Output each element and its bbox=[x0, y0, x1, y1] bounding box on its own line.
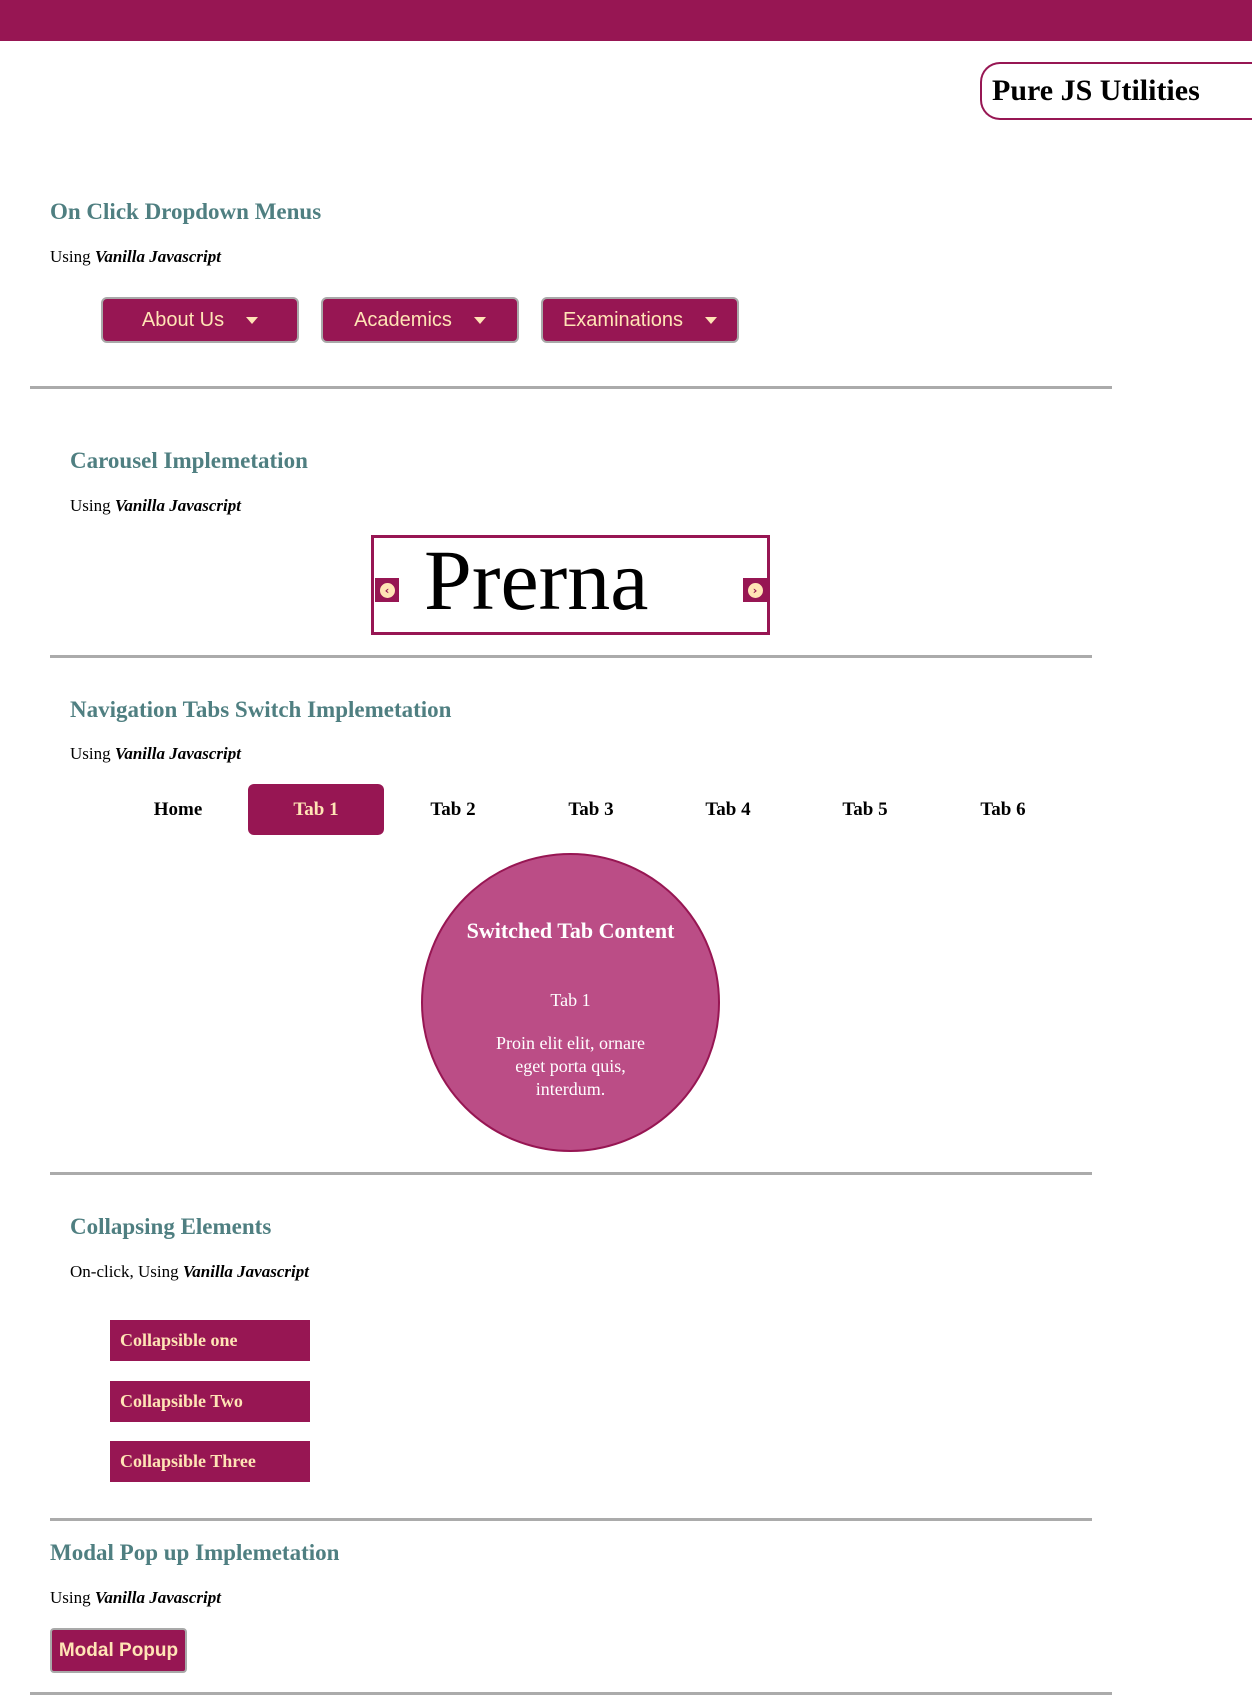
tab-2[interactable]: Tab 2 bbox=[385, 784, 521, 835]
carousel: ‹ Prerna › bbox=[371, 532, 770, 635]
tab-4[interactable]: Tab 4 bbox=[660, 784, 796, 835]
collapsible-three-button[interactable]: Collapsible Three bbox=[110, 1441, 310, 1482]
dropdown-label: About Us bbox=[141, 308, 225, 331]
dropdown-label: Examinations bbox=[562, 308, 684, 331]
collapse-section-title: Collapsing Elements bbox=[70, 1214, 272, 1239]
top-bar bbox=[0, 0, 1252, 41]
collapsible-one-button[interactable]: Collapsible one bbox=[110, 1320, 310, 1361]
subtitle-emphasis: Vanilla Javascript bbox=[114, 744, 241, 763]
tabs-section-subtitle: Using Vanilla Javascript bbox=[70, 744, 241, 764]
subtitle-prefix: On-click, Using bbox=[70, 1262, 179, 1281]
modal-section-title: Modal Pop up Implemetation bbox=[50, 1540, 340, 1565]
collapsible-two-button[interactable]: Collapsible Two bbox=[110, 1381, 310, 1422]
tab-3[interactable]: Tab 3 bbox=[523, 784, 659, 835]
academics-dropdown-button[interactable]: Academics bbox=[321, 297, 519, 343]
dropdown-section-title: On Click Dropdown Menus bbox=[50, 199, 322, 224]
caret-down-icon bbox=[246, 316, 259, 324]
tab-content-circle: Switched Tab Content Tab 1 Proin elit el… bbox=[421, 853, 720, 1152]
subtitle-emphasis: Vanilla Javascript bbox=[114, 496, 241, 515]
subtitle-emphasis: Vanilla Javascript bbox=[182, 1262, 309, 1281]
tab-6[interactable]: Tab 6 bbox=[935, 784, 1071, 835]
section-divider bbox=[30, 386, 1112, 389]
tab-1[interactable]: Tab 1 bbox=[248, 784, 384, 835]
about-us-dropdown-button[interactable]: About Us bbox=[101, 297, 299, 343]
caret-down-icon bbox=[705, 316, 718, 324]
modal-popup-button[interactable]: Modal Popup bbox=[50, 1628, 187, 1673]
dropdown-section-subtitle: Using Vanilla Javascript bbox=[50, 247, 221, 267]
section-divider bbox=[50, 1172, 1092, 1175]
carousel-section-subtitle: Using Vanilla Javascript bbox=[70, 496, 241, 516]
examinations-dropdown-button[interactable]: Examinations bbox=[541, 297, 739, 343]
carousel-slide-text: Prerna bbox=[424, 532, 649, 628]
tab-content-title: Switched Tab Content bbox=[466, 918, 675, 943]
subtitle-emphasis: Vanilla Javascript bbox=[94, 1588, 221, 1607]
carousel-next-button[interactable]: › bbox=[743, 578, 767, 602]
dropdown-label: Academics bbox=[354, 308, 452, 331]
collapse-section-subtitle: On-click, Using Vanilla Javascript bbox=[70, 1262, 309, 1282]
subtitle-prefix: Using bbox=[70, 744, 111, 763]
carousel-section-title: Carousel Implemetation bbox=[70, 448, 308, 473]
modal-section-subtitle: Using Vanilla Javascript bbox=[50, 1588, 221, 1608]
section-divider bbox=[50, 1518, 1092, 1521]
tab-home[interactable]: Home bbox=[110, 784, 246, 835]
tab-content-tab-name: Tab 1 bbox=[550, 990, 591, 1010]
subtitle-emphasis: Vanilla Javascript bbox=[94, 247, 221, 266]
tabs-section-title: Navigation Tabs Switch Implemetation bbox=[70, 697, 452, 722]
subtitle-prefix: Using bbox=[50, 247, 91, 266]
chevron-left-icon: ‹ bbox=[379, 582, 395, 598]
carousel-prev-button[interactable]: ‹ bbox=[375, 578, 399, 602]
caret-down-icon bbox=[473, 316, 486, 324]
tab-5[interactable]: Tab 5 bbox=[797, 784, 933, 835]
subtitle-prefix: Using bbox=[70, 496, 111, 515]
tab-content-body: Proin elit elit, ornare eget porta quis,… bbox=[496, 1033, 645, 1099]
brand-title: Pure JS Utilities bbox=[980, 62, 1252, 120]
subtitle-prefix: Using bbox=[50, 1588, 91, 1607]
section-divider bbox=[30, 1692, 1112, 1695]
chevron-right-icon: › bbox=[747, 582, 763, 598]
section-divider bbox=[50, 655, 1092, 658]
